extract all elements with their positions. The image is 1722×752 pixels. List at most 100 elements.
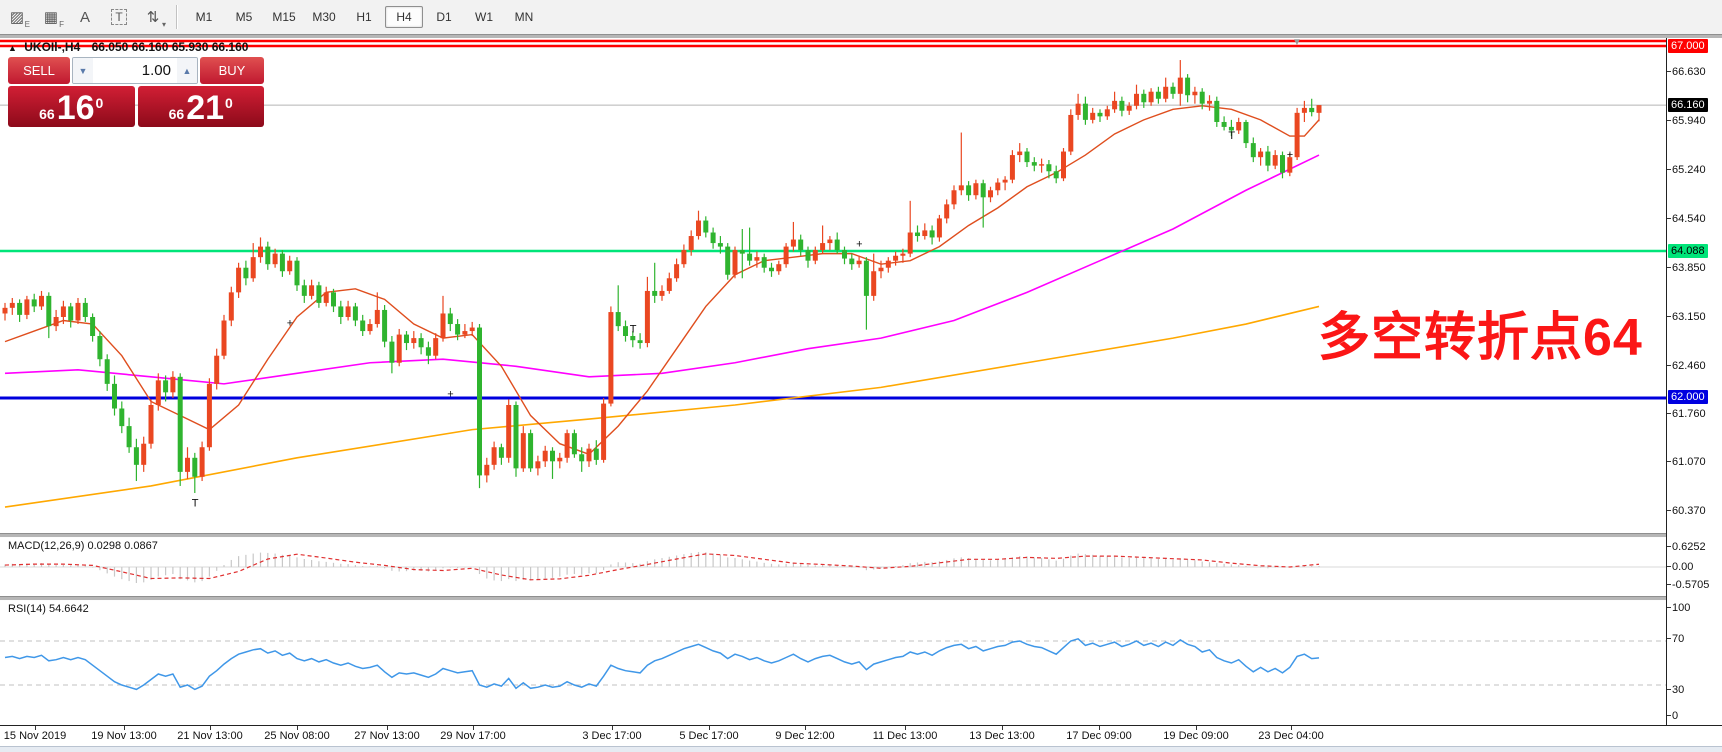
volume-stepper: ▼ 1.00 ▲	[72, 57, 198, 84]
candle-body	[404, 335, 409, 343]
candle-body	[1207, 101, 1212, 104]
candle-body	[229, 292, 234, 320]
text-box-icon[interactable]: T	[104, 4, 134, 30]
timeframe-MN[interactable]: MN	[505, 6, 543, 28]
rsi-label: RSI(14) 54.6642	[8, 603, 89, 615]
timeframe-M15[interactable]: M15	[265, 6, 303, 28]
candle-body	[1003, 180, 1008, 183]
candle-body	[112, 384, 117, 409]
candle-body	[1236, 122, 1241, 130]
main-macd-separator[interactable]	[0, 533, 1722, 538]
chart-object-marker[interactable]: +	[287, 317, 293, 329]
candle-body	[535, 461, 540, 468]
candle-body	[265, 247, 270, 265]
candle-body	[1134, 94, 1139, 106]
time-axis[interactable]: 15 Nov 201919 Nov 13:0021 Nov 13:0025 No…	[0, 725, 1722, 747]
timeframe-M5[interactable]: M5	[225, 6, 263, 28]
hatch-pattern-icon[interactable]: ▨E	[2, 4, 32, 30]
sort-arrows-icon[interactable]: ⇅▾	[138, 4, 168, 30]
candle-body	[492, 447, 497, 465]
volume-up-icon[interactable]: ▲	[177, 58, 197, 83]
candle-body	[24, 299, 29, 314]
buy-button[interactable]: BUY	[200, 57, 264, 84]
chart-object-marker[interactable]: T	[1228, 130, 1235, 142]
candle-body	[572, 433, 577, 454]
candle-body	[1039, 164, 1044, 165]
macd-panel[interactable]	[0, 536, 1666, 596]
candle-body	[1171, 87, 1176, 94]
candle-body	[1317, 105, 1322, 113]
candle-body	[105, 359, 110, 384]
price-axis-label: 60.370	[1672, 504, 1706, 518]
candle-body	[433, 338, 438, 356]
candle-body	[813, 250, 818, 261]
candle-body	[287, 261, 292, 272]
timeframe-M1[interactable]: M1	[185, 6, 223, 28]
candle-body	[681, 250, 686, 264]
volume-input[interactable]: 1.00	[93, 58, 177, 83]
candle-body	[3, 308, 8, 314]
sell-button[interactable]: SELL	[8, 57, 70, 84]
buy-price-display[interactable]: 66 21 0	[138, 86, 265, 127]
time-axis-label: 19 Dec 09:00	[1163, 730, 1228, 742]
text-label-icon[interactable]: A	[70, 4, 100, 30]
one-click-trading-widget: SELL ▼ 1.00 ▲ BUY 66 16 0 66 21 0	[8, 57, 264, 127]
candle-body	[667, 278, 672, 291]
candle-body	[236, 268, 241, 293]
chart-object-marker[interactable]: +	[856, 238, 862, 250]
price-axis-label: 66.630	[1672, 65, 1706, 79]
chart-annotation-text[interactable]: 多空转折点64	[1318, 295, 1643, 370]
chart-object-marker[interactable]: T	[192, 498, 199, 510]
candle-body	[455, 324, 460, 335]
candle-body	[937, 218, 942, 237]
chart-object-marker[interactable]: +	[447, 388, 453, 400]
macd-rsi-separator[interactable]	[0, 596, 1722, 601]
candle-body	[338, 306, 343, 317]
candle-body	[842, 250, 847, 258]
candle-body	[46, 296, 51, 326]
timeframe-M30[interactable]: M30	[305, 6, 343, 28]
grid-pattern-icon[interactable]: ▦F	[36, 4, 66, 30]
candle-body	[550, 451, 555, 462]
rsi-panel[interactable]	[0, 599, 1666, 725]
volume-down-icon[interactable]: ▼	[73, 58, 93, 83]
candle-body	[1258, 152, 1263, 158]
price-axis-label: 65.240	[1672, 163, 1706, 177]
candle-body	[462, 331, 467, 335]
candle-body	[959, 185, 964, 190]
timeframe-W1[interactable]: W1	[465, 6, 503, 28]
candle-body	[725, 247, 730, 275]
timeframe-H4[interactable]: H4	[385, 6, 423, 28]
candle-body	[477, 328, 482, 476]
candle-body	[1141, 94, 1146, 102]
candle-body	[689, 236, 694, 250]
collapse-triangle-icon[interactable]: ▲	[8, 43, 17, 53]
candle-body	[1105, 109, 1110, 116]
symbol-title[interactable]: ▲ UKOIl-,H4 66.050 66.160 65.930 66.160	[8, 40, 248, 54]
candle-body	[375, 310, 380, 324]
price-axis-label: 0	[1672, 709, 1678, 723]
timeframe-D1[interactable]: D1	[425, 6, 463, 28]
price-axis-label: 100	[1672, 601, 1690, 615]
candle-body	[798, 240, 803, 251]
chart-object-marker[interactable]: T	[630, 324, 637, 336]
price-axis[interactable]: 67.00066.63066.16065.94065.24064.54064.0…	[1666, 38, 1722, 745]
chart-object-marker[interactable]: +	[1287, 149, 1293, 161]
candle-body	[944, 204, 949, 218]
candle-body	[981, 183, 986, 197]
chart-shift-triangle-icon[interactable]: ▼	[1292, 37, 1302, 48]
time-axis-label: 3 Dec 17:00	[582, 730, 641, 742]
ohlc-values: 66.050 66.160 65.930 66.160	[92, 40, 249, 54]
candle-body	[1302, 108, 1307, 113]
candle-body	[827, 240, 832, 244]
time-axis-label: 27 Nov 13:00	[354, 730, 419, 742]
sell-price-display[interactable]: 66 16 0	[8, 86, 135, 127]
time-axis-label: 19 Nov 13:00	[91, 730, 156, 742]
toolbar-icons: ▨E▦FAT⇅▾	[0, 4, 170, 30]
candle-body	[900, 254, 905, 256]
price-axis-label: 0.00	[1672, 560, 1693, 574]
buy-price-sup: 0	[225, 95, 233, 111]
candle-body	[411, 338, 416, 343]
timeframe-H1[interactable]: H1	[345, 6, 383, 28]
macd-label: MACD(12,26,9) 0.0298 0.0867	[8, 540, 158, 552]
